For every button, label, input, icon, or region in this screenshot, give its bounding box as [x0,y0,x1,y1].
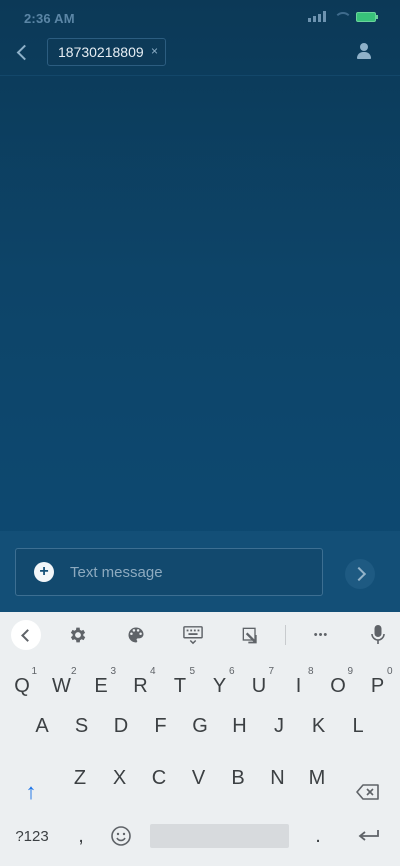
delete-key-icon[interactable] [350,772,386,812]
period-key[interactable]: . [304,818,332,854]
key-label: K [311,714,326,737]
key-o[interactable]: O9 [320,666,356,706]
key-label: W [52,674,71,697]
message-input[interactable]: + Text message [15,548,323,596]
settings-gear-icon[interactable] [66,623,90,647]
key-label: Y [212,674,227,697]
key-label: V [191,766,206,789]
key-label: U [251,674,267,697]
contact-icon[interactable] [356,42,372,60]
key-label: J [274,714,284,737]
key-label: L [352,714,364,737]
back-button[interactable] [10,38,34,66]
key-g[interactable]: G [182,706,218,746]
key-b[interactable]: B [220,758,256,798]
message-list [0,76,400,530]
key-label: C [151,766,167,789]
key-label: S [74,714,89,737]
key-j[interactable]: J [261,706,297,746]
one-handed-mode-icon[interactable] [238,623,262,647]
signal-icon [308,11,326,22]
key-label: Q [14,674,30,697]
key-label: D [113,714,129,737]
key-hint: 9 [347,666,353,677]
enter-key-icon[interactable] [352,818,386,854]
key-q[interactable]: Q1 [4,666,40,706]
key-label: N [270,766,285,789]
key-label: T [173,674,187,697]
key-f[interactable]: F [143,706,179,746]
conversation-header: 18730218809 × [0,34,400,74]
key-y[interactable]: Y6 [202,666,238,706]
keyboard-back-icon[interactable] [11,620,41,650]
key-hint: 4 [149,666,156,677]
key-label: Z [73,766,87,789]
key-z[interactable]: Z [62,758,98,798]
key-r[interactable]: R4 [123,666,159,706]
keyboard-layout-icon[interactable] [181,623,205,647]
key-hint: 7 [268,666,274,677]
key-k[interactable]: K [301,706,337,746]
key-label: G [192,714,208,737]
key-label: P [370,674,385,697]
key-hint: 3 [110,666,116,677]
key-label: O [330,674,346,697]
key-label: X [112,766,127,789]
key-u[interactable]: U7 [241,666,277,706]
key-label: A [35,714,49,737]
recipient-number: 18730218809 [58,44,144,60]
theme-palette-icon[interactable] [124,623,148,647]
key-l[interactable]: L [340,706,376,746]
key-label: I [295,674,302,697]
key-t[interactable]: T5 [162,666,198,706]
messaging-app: 2:36 AM 18730218809 × + Text message [0,0,400,612]
key-x[interactable]: X [102,758,138,798]
microphone-icon[interactable] [366,623,390,647]
key-e[interactable]: E3 [83,666,119,706]
shift-key-icon[interactable]: ↑ [10,772,52,812]
key-hint: 0 [386,666,393,677]
key-a[interactable]: A [24,706,60,746]
key-c[interactable]: C [141,758,177,798]
key-label: M [308,766,326,789]
key-m[interactable]: M [299,758,335,798]
key-label: H [232,714,247,737]
status-bar: 2:36 AM [0,0,400,34]
keyboard: ••• Q1W2E3R4T5Y6U7I8O9P0ASDFGHJKLZXCVBNM… [0,612,400,866]
status-icons [308,11,378,22]
send-button[interactable] [345,559,375,589]
key-hint: 6 [228,666,235,677]
space-bar[interactable] [150,824,289,848]
battery-icon [356,11,378,22]
key-p[interactable]: P0 [360,666,396,706]
key-w[interactable]: W2 [44,666,80,706]
key-h[interactable]: H [222,706,258,746]
key-label: B [231,766,245,789]
key-n[interactable]: N [260,758,296,798]
symbols-key[interactable]: ?123 [10,818,54,854]
key-label: E [94,674,108,697]
attach-plus-icon[interactable]: + [34,562,54,582]
key-label: R [133,674,148,697]
key-v[interactable]: V [181,758,217,798]
key-s[interactable]: S [64,706,100,746]
key-label: F [154,714,167,737]
toolbar-divider [285,625,286,645]
message-placeholder: Text message [70,563,163,581]
key-hint: 2 [70,666,77,677]
key-hint: 8 [307,666,314,677]
key-i[interactable]: I8 [281,666,317,706]
emoji-icon[interactable] [108,818,134,854]
key-hint: 5 [189,666,195,677]
comma-key[interactable]: , [66,818,96,854]
wifi-icon [334,11,352,22]
keyboard-toolbar: ••• [0,612,400,658]
key-hint: 1 [31,666,37,677]
remove-recipient-icon[interactable]: × [151,44,158,58]
compose-bar: + Text message [0,531,400,612]
more-options-icon[interactable]: ••• [309,623,333,647]
status-time: 2:36 AM [24,11,75,26]
recipient-chip[interactable]: 18730218809 × [47,38,166,66]
key-d[interactable]: D [103,706,139,746]
